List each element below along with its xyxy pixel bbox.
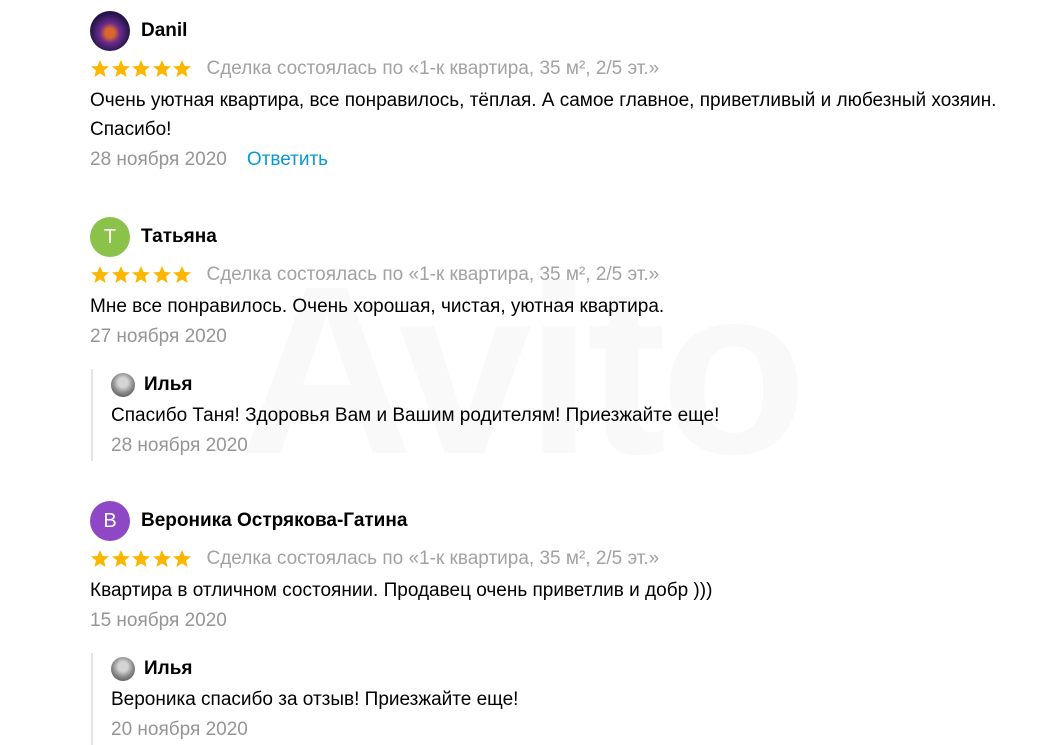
review-item: В Вероника Острякова-Гатина Сделка состо… xyxy=(90,500,1030,745)
review-text: Мне все понравилось. Очень хорошая, чист… xyxy=(90,296,665,317)
star-icon xyxy=(132,266,150,283)
review-author[interactable]: Danil xyxy=(141,20,187,42)
review-date: 15 ноября 2020 xyxy=(90,610,227,631)
avatar-letter: Т xyxy=(103,225,117,248)
avatar[interactable] xyxy=(111,657,135,681)
answer-date: 20 ноября 2020 xyxy=(111,719,248,740)
avatar[interactable] xyxy=(111,373,135,397)
star-icon xyxy=(173,266,191,283)
review-date: 28 ноября 2020 xyxy=(90,149,227,170)
star-icon xyxy=(91,266,109,283)
avatar[interactable]: Т xyxy=(90,217,130,257)
star-icon xyxy=(173,60,191,77)
review-footer: 27 ноября 2020 xyxy=(90,321,1030,353)
star-icon xyxy=(152,550,171,567)
review-meta: Сделка состоялась по «1-к квартира, 35 м… xyxy=(90,258,1030,292)
star-icon xyxy=(173,550,191,567)
avatar[interactable] xyxy=(90,11,130,51)
answer-header: Илья xyxy=(111,369,1030,401)
avatar[interactable]: В xyxy=(90,501,130,541)
deal-info: Сделка состоялась по «1-к квартира, 35 м… xyxy=(206,548,660,569)
review-author[interactable]: Татьяна xyxy=(141,226,217,248)
answer-author[interactable]: Илья xyxy=(144,658,193,680)
star-icon xyxy=(91,550,109,567)
review-footer: 15 ноября 2020 xyxy=(90,605,1030,637)
star-icon xyxy=(132,60,150,77)
review-date: 27 ноября 2020 xyxy=(90,326,227,347)
review-meta: Сделка состоялась по «1-к квартира, 35 м… xyxy=(90,52,1030,86)
review-author[interactable]: Вероника Острякова-Гатина xyxy=(141,510,407,532)
star-icon xyxy=(111,60,130,77)
seller-answer: Илья Вероника спасибо за отзыв! Приезжай… xyxy=(91,653,1030,745)
star-icon xyxy=(152,60,171,77)
seller-answer: Илья Спасибо Таня! Здоровья Вам и Вашим … xyxy=(91,369,1030,461)
answer-date: 28 ноября 2020 xyxy=(111,435,248,456)
avatar-letter: В xyxy=(103,509,117,532)
rating-stars xyxy=(90,59,193,79)
review-item: Danil Сделка состоялась по «1-к квартира… xyxy=(90,10,1030,176)
answer-text: Спасибо Таня! Здоровья Вам и Вашим родит… xyxy=(111,405,720,426)
review-header: Т Татьяна xyxy=(90,216,1030,258)
review-item: Т Татьяна Сделка состоялась по «1-к квар… xyxy=(90,216,1030,461)
star-icon xyxy=(111,266,130,283)
review-header: Danil xyxy=(90,10,1030,52)
review-footer: 28 ноября 2020 Ответить xyxy=(90,144,1030,176)
rating-stars xyxy=(90,265,193,285)
review-text: Очень уютная квартира, все понравилось, … xyxy=(90,90,997,140)
reply-link[interactable]: Ответить xyxy=(247,149,328,171)
review-header: В Вероника Острякова-Гатина xyxy=(90,500,1030,542)
star-icon xyxy=(91,60,109,77)
review-text: Квартира в отличном состоянии. Продавец … xyxy=(90,580,713,601)
star-icon xyxy=(152,266,171,283)
rating-stars xyxy=(90,549,193,569)
deal-info: Сделка состоялась по «1-к квартира, 35 м… xyxy=(206,264,660,285)
star-icon xyxy=(132,550,150,567)
deal-info: Сделка состоялась по «1-к квартира, 35 м… xyxy=(206,58,660,79)
answer-author[interactable]: Илья xyxy=(144,374,193,396)
star-icon xyxy=(111,550,130,567)
answer-text: Вероника спасибо за отзыв! Приезжайте ещ… xyxy=(111,689,519,710)
answer-header: Илья xyxy=(111,653,1030,685)
review-meta: Сделка состоялась по «1-к квартира, 35 м… xyxy=(90,542,1030,576)
